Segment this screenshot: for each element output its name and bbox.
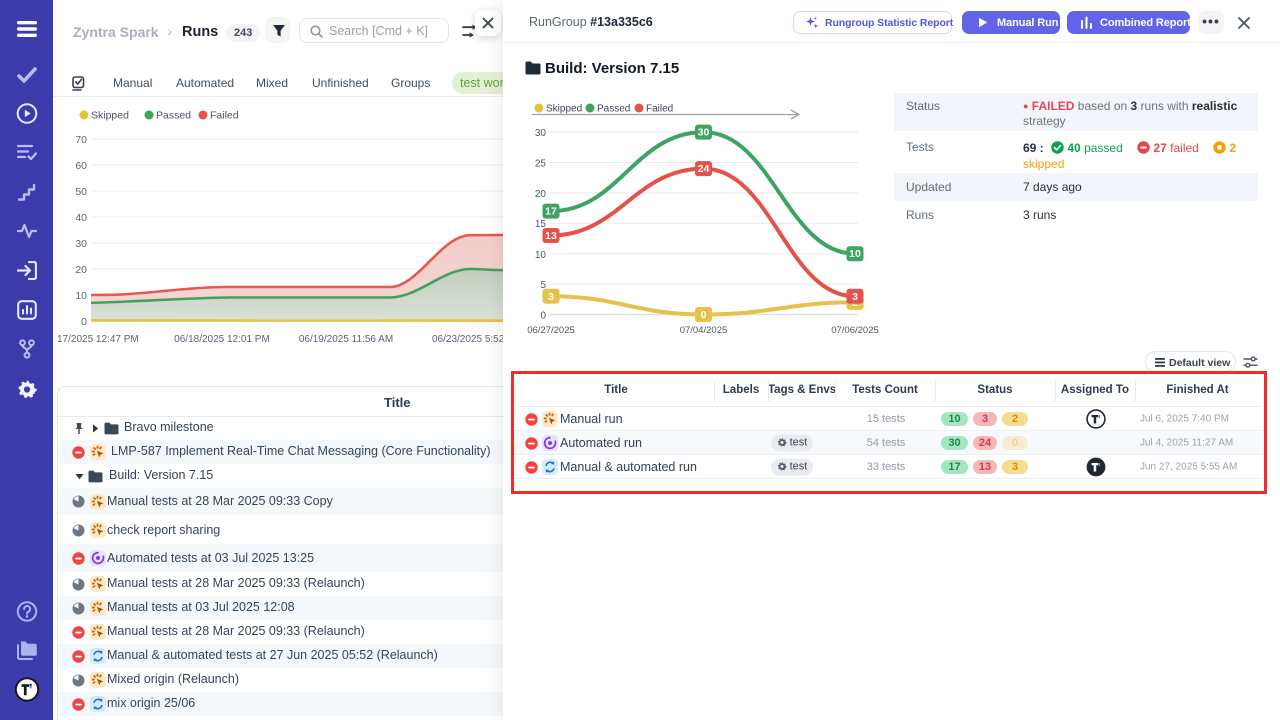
svg-text:0: 0 (701, 309, 707, 321)
svg-text:20: 20 (75, 264, 87, 276)
svg-text:06/18/2025 12:01 PM: 06/18/2025 12:01 PM (174, 334, 270, 345)
svg-text:06/27/2025: 06/27/2025 (527, 325, 575, 336)
svg-text:0: 0 (540, 311, 546, 322)
svg-text:20: 20 (535, 189, 547, 200)
svg-text:10: 10 (849, 248, 861, 260)
svg-text:17/2025 12:47 PM: 17/2025 12:47 PM (57, 334, 139, 345)
svg-text:10: 10 (75, 290, 87, 302)
svg-text:07/04/2025: 07/04/2025 (680, 325, 728, 336)
svg-text:Passed: Passed (156, 110, 191, 122)
svg-text:3: 3 (852, 291, 858, 303)
svg-text:25: 25 (535, 159, 547, 170)
svg-text:3: 3 (548, 291, 554, 303)
svg-text:Failed: Failed (646, 104, 673, 115)
svg-text:17: 17 (545, 206, 557, 218)
svg-text:07/06/2025: 07/06/2025 (831, 325, 879, 336)
svg-text:30: 30 (698, 127, 710, 139)
svg-text:Skipped: Skipped (546, 104, 582, 115)
svg-text:Passed: Passed (597, 104, 630, 115)
svg-text:50: 50 (75, 186, 87, 198)
svg-text:70: 70 (75, 134, 87, 146)
svg-text:0: 0 (81, 316, 87, 328)
svg-text:06/19/2025 11:56 AM: 06/19/2025 11:56 AM (299, 334, 393, 345)
svg-text:60: 60 (75, 160, 87, 172)
svg-text:10: 10 (535, 250, 547, 261)
svg-text:06/23/2025 5:52 PM: 06/23/2025 5:52 PM (432, 334, 503, 345)
svg-text:30: 30 (535, 128, 547, 139)
svg-text:40: 40 (75, 212, 87, 224)
svg-text:Failed: Failed (210, 110, 239, 122)
svg-text:Skipped: Skipped (91, 110, 129, 122)
svg-text:13: 13 (545, 230, 557, 242)
svg-text:30: 30 (75, 238, 87, 250)
svg-text:24: 24 (698, 163, 710, 175)
